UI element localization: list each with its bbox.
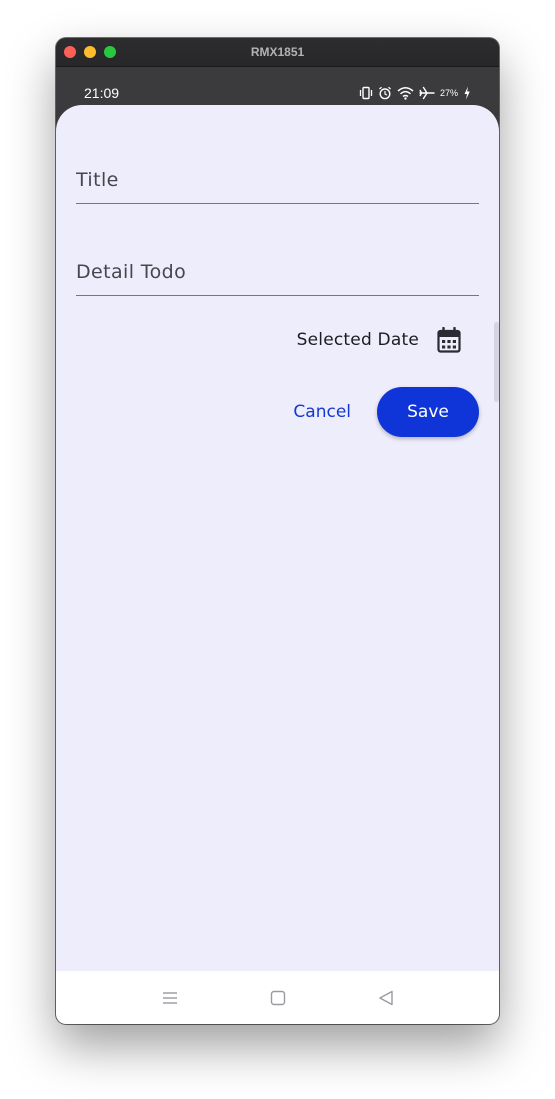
scrollbar-handle[interactable] — [494, 322, 499, 402]
save-button[interactable]: Save — [377, 387, 479, 437]
detail-field — [76, 245, 479, 296]
add-todo-sheet: Selected Date Cancel Save — [56, 105, 499, 971]
selected-date-label: Selected Date — [296, 330, 419, 350]
home-icon[interactable] — [268, 988, 288, 1008]
status-clock: 21:09 — [84, 85, 120, 101]
status-icons: 27% — [359, 85, 471, 101]
window-title: RMX1851 — [250, 45, 305, 59]
cancel-button[interactable]: Cancel — [291, 394, 353, 430]
calendar-icon[interactable] — [435, 326, 463, 354]
status-bar: 21:09 27% — [56, 67, 499, 107]
battery-percentage: 27% — [439, 88, 458, 98]
recents-icon[interactable] — [160, 988, 180, 1008]
alarm-icon — [378, 86, 392, 100]
airplane-icon — [419, 86, 435, 100]
date-picker-row: Selected Date — [297, 323, 463, 357]
title-input[interactable] — [76, 169, 479, 191]
window-titlebar: RMX1851 — [56, 38, 499, 67]
dialog-actions: Cancel Save — [291, 387, 479, 437]
back-icon[interactable] — [376, 988, 396, 1008]
emulator-window: RMX1851 21:09 27% Title Detail Todo Sele… — [56, 38, 499, 1024]
navigation-bar — [56, 971, 499, 1024]
vibrate-icon — [359, 86, 373, 100]
title-field — [76, 153, 479, 204]
detail-todo-input[interactable] — [76, 261, 479, 283]
wifi-icon — [397, 86, 414, 100]
battery-charging-icon — [463, 86, 471, 100]
